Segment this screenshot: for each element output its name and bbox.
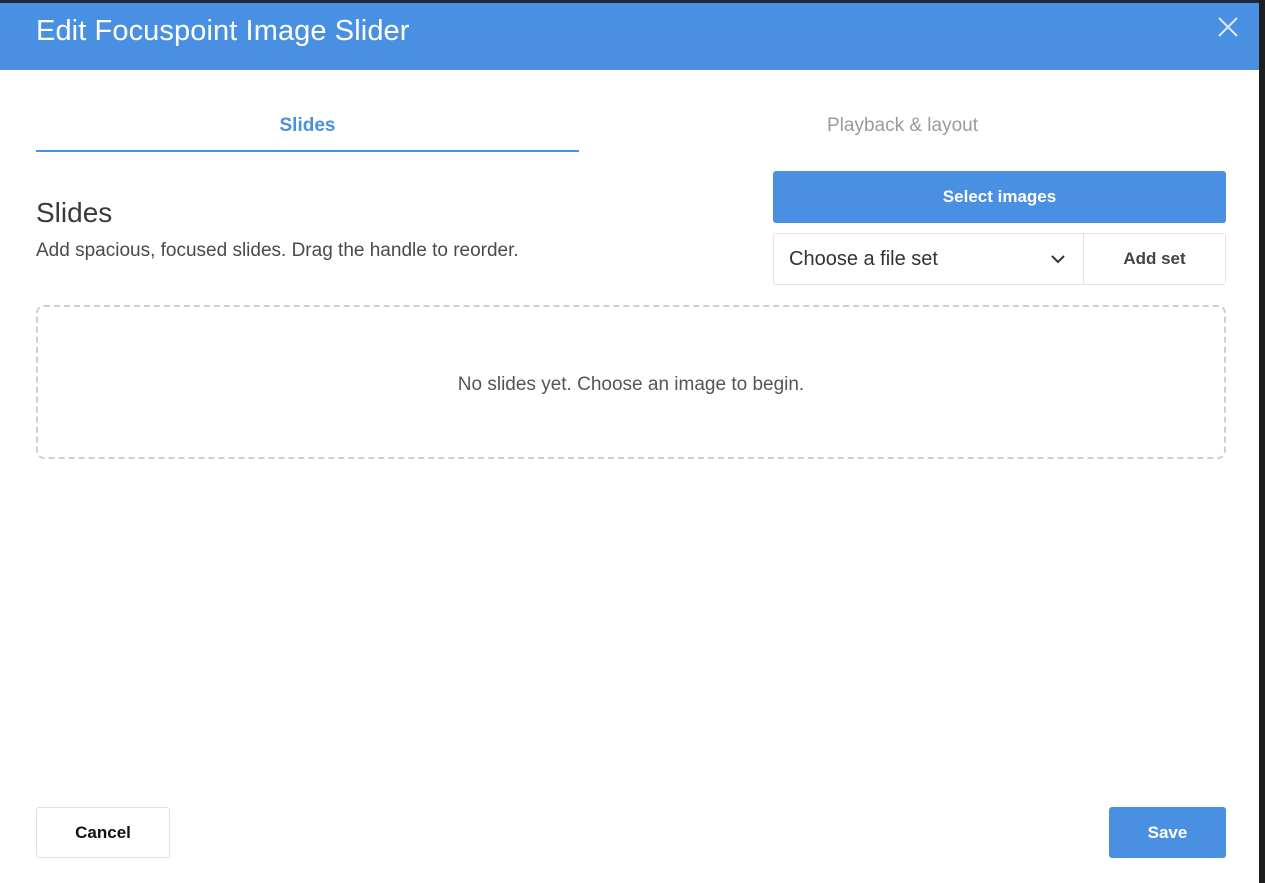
- file-set-dropdown-value: Choose a file set: [789, 248, 938, 270]
- add-set-button[interactable]: Add set: [1084, 234, 1225, 284]
- tab-slides[interactable]: Slides: [36, 101, 579, 152]
- dialog-title: Edit Focuspoint Image Slider: [36, 15, 410, 47]
- chevron-down-icon: [1051, 255, 1065, 264]
- dialog-window: Edit Focuspoint Image Slider Slides Play…: [0, 0, 1259, 883]
- section-heading: Slides: [36, 197, 113, 228]
- tab-playback-layout[interactable]: Playback & layout: [579, 101, 1226, 150]
- file-set-control: Choose a file set Add set: [773, 233, 1226, 285]
- window-edge: [1259, 0, 1265, 883]
- close-button[interactable]: [1210, 11, 1246, 47]
- select-images-button[interactable]: Select images: [773, 171, 1226, 223]
- slides-dropzone[interactable]: No slides yet. Choose an image to begin.: [36, 305, 1226, 459]
- dialog-header: Edit Focuspoint Image Slider: [0, 3, 1259, 70]
- cancel-button[interactable]: Cancel: [36, 807, 170, 858]
- empty-state-message: No slides yet. Choose an image to begin.: [457, 374, 805, 395]
- save-button[interactable]: Save: [1109, 807, 1226, 858]
- section-description: Add spacious, focused slides. Drag the h…: [36, 240, 519, 261]
- file-set-dropdown[interactable]: Choose a file set: [774, 234, 1083, 284]
- close-icon: [1218, 17, 1238, 37]
